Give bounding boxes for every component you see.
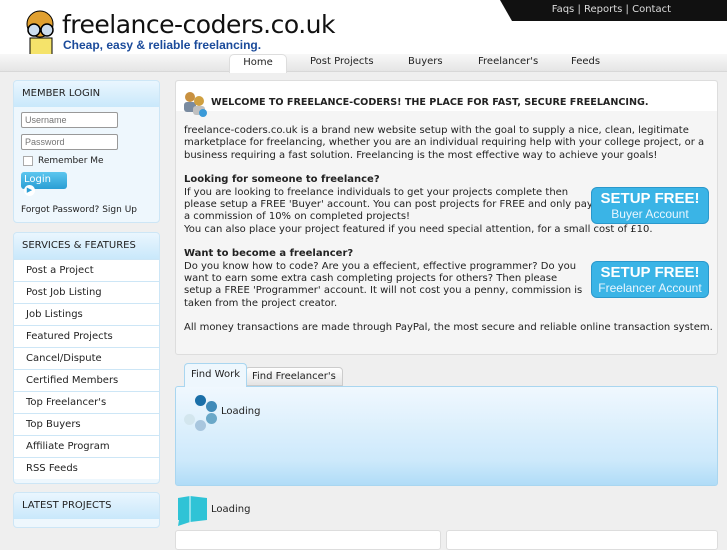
login-button[interactable]: Login ▶ (21, 172, 67, 196)
service-item[interactable]: Top Freelancer's (14, 391, 159, 413)
tabs: Find Work Find Freelancer's (184, 363, 724, 387)
freelancer-heading: Want to become a freelancer? (184, 248, 354, 260)
service-item[interactable]: Job Listings (14, 303, 159, 325)
speech-box-icon (178, 496, 207, 526)
tab-loading-text: Loading (221, 406, 261, 417)
spinner-dot (206, 401, 217, 412)
setup-buyer-bottom: Buyer Account (611, 207, 689, 221)
service-item[interactable]: Post Job Listing (14, 281, 159, 303)
setup-buyer-top: SETUP FREE! (600, 190, 700, 207)
password-input[interactable] (21, 134, 118, 150)
service-item[interactable]: Post a Project (14, 259, 159, 281)
welcome-title: WELCOME TO FREELANCE-CODERS! THE PLACE F… (211, 97, 649, 108)
contact-link[interactable]: Contact (632, 4, 671, 15)
paypal-text: All money transactions are made through … (184, 322, 713, 334)
spinner-dot (184, 414, 195, 425)
feed-loading-text: Loading (211, 504, 251, 515)
nav-freelancers[interactable]: Freelancer's (478, 56, 538, 67)
buyer-heading: Looking for someone to freelance? (184, 174, 380, 186)
spinner-dot (206, 413, 217, 424)
login-footer: Forgot Password? Sign Up (21, 205, 137, 215)
username-input[interactable] (21, 112, 118, 128)
welcome-panel: WELCOME TO FREELANCE-CODERS! THE PLACE F… (175, 80, 718, 355)
spinner-icon (195, 395, 206, 406)
services-title: SERVICES & FEATURES (14, 233, 159, 259)
faqs-link[interactable]: Faqs (552, 4, 575, 15)
service-item[interactable]: Certified Members (14, 369, 159, 391)
nav-home[interactable]: Home (229, 54, 287, 73)
remember-checkbox[interactable] (23, 156, 33, 166)
nav-buyers[interactable]: Buyers (408, 56, 443, 67)
remember-label: Remember Me (38, 156, 104, 166)
freelancer-text: Do you know how to code? Are you a effec… (184, 260, 583, 309)
project-card (446, 530, 718, 550)
buyer-text: If you are looking to freelance individu… (184, 186, 593, 223)
latest-projects-title: LATEST PROJECTS (14, 493, 159, 519)
play-arrow-icon: ▶ (24, 185, 35, 196)
service-item[interactable]: Featured Projects (14, 325, 159, 347)
site-title[interactable]: freelance-coders.co.uk (62, 10, 335, 39)
users-icon (184, 92, 207, 117)
login-button-label: Login (24, 174, 51, 185)
tab-panel: Loading (175, 386, 718, 486)
site-tagline: Cheap, easy & reliable freelancing. (63, 38, 262, 52)
login-title: MEMBER LOGIN (14, 81, 159, 107)
latest-projects-box: LATEST PROJECTS (13, 492, 160, 528)
setup-freelancer-button[interactable]: SETUP FREE! Freelancer Account (591, 261, 709, 298)
spinner-dot (195, 420, 206, 431)
intro-text: freelance-coders.co.uk is a brand new we… (184, 125, 705, 161)
setup-freelancer-bottom: Freelancer Account (598, 281, 702, 295)
nav-feeds[interactable]: Feeds (571, 56, 600, 67)
tab-find-freelancers[interactable]: Find Freelancer's (245, 367, 343, 386)
setup-freelancer-top: SETUP FREE! (600, 264, 700, 281)
top-links: Faqs | Reports | Contact (551, 4, 671, 15)
service-item[interactable]: Cancel/Dispute (14, 347, 159, 369)
services-box: SERVICES & FEATURES Post a Project Post J… (13, 232, 160, 484)
sign-up-link[interactable]: Sign Up (102, 205, 137, 215)
reports-link[interactable]: Reports (584, 4, 622, 15)
project-card (175, 530, 441, 550)
buyer-text-2: You can also place your project featured… (184, 223, 653, 235)
tab-find-work[interactable]: Find Work (184, 363, 247, 387)
nav-post-projects[interactable]: Post Projects (310, 56, 374, 67)
forgot-password-link[interactable]: Forgot Password? (21, 205, 99, 215)
service-item[interactable]: Top Buyers (14, 413, 159, 435)
setup-buyer-button[interactable]: SETUP FREE! Buyer Account (591, 187, 709, 224)
member-login-box: MEMBER LOGIN Remember Me Login ▶ Forgot … (13, 80, 160, 223)
service-item[interactable]: Affiliate Program (14, 435, 159, 457)
service-item[interactable]: RSS Feeds (14, 457, 159, 479)
